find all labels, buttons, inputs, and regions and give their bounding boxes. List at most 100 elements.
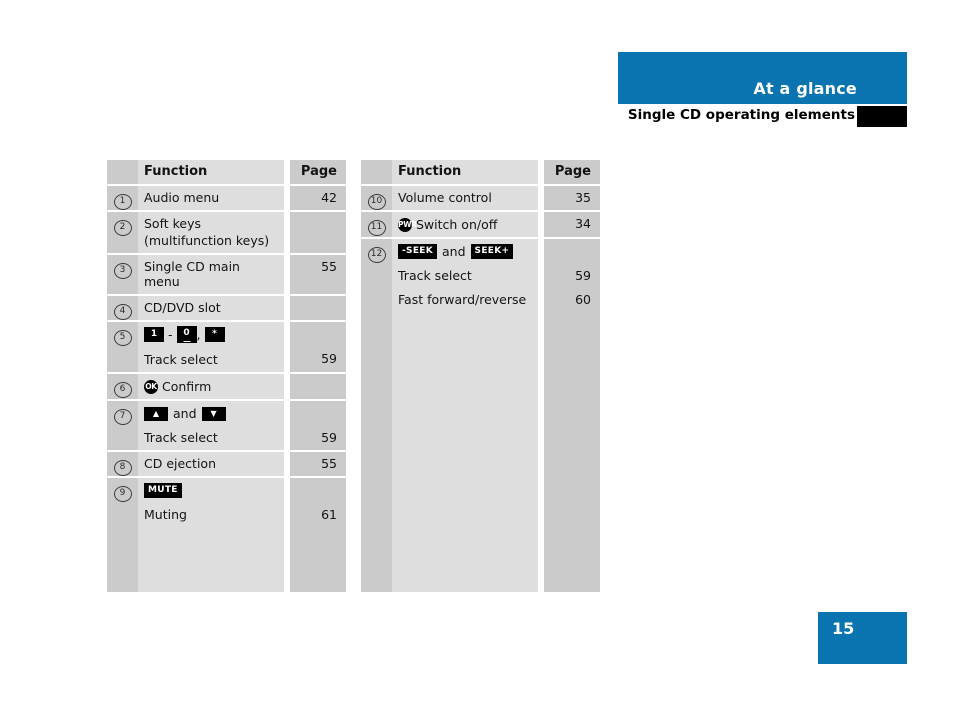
table-row: 11 PWRSwitch on/off 34 [361, 212, 600, 239]
arrow-key-sequence: ▲ and ▼ [144, 405, 278, 421]
key-sequence: 1-0, * [144, 326, 278, 343]
row-function-label: PWRSwitch on/off [392, 212, 538, 237]
table-row: 6 OK Confirm [107, 374, 346, 401]
table-row: 9 MUTE Muting 61 [107, 478, 346, 527]
row-page-number [290, 401, 346, 405]
row-subpage-number: 59 [575, 268, 591, 283]
row-function-label: Soft keys (multifunction keys) [138, 212, 284, 253]
header-cell-page: Page [554, 164, 591, 179]
row-page-number: 42 [321, 190, 337, 205]
row-function-label: Audio menu [144, 190, 220, 205]
row-number: 5 [107, 322, 138, 346]
row-page-number [290, 478, 346, 482]
row-number: 9 [107, 478, 138, 502]
seek-forward-icon: SEEK+ [470, 244, 514, 259]
row-subpage-number: 59 [321, 430, 337, 445]
row-function-label: -SEEK and SEEK+ Track select Fast forward/… [392, 239, 538, 312]
row-function-line2: (multifunction keys) [144, 233, 270, 248]
row-subpage-number: 59 [321, 351, 337, 366]
header-cell-number [107, 160, 138, 165]
row-number: 7 [107, 401, 138, 425]
circled-number: 2 [113, 220, 132, 236]
black-marker-box [857, 106, 907, 127]
header-cell-page: Page [300, 164, 337, 179]
row-page-number: 55 [321, 456, 337, 471]
row-function-text: Switch on/off [416, 217, 498, 232]
circled-number: 11 [367, 220, 386, 236]
ok-button-icon: OK [144, 379, 158, 394]
key-0-label: 0 [183, 328, 190, 338]
table-rows-left: Function Page 1 Audio menu 42 2 Soft key… [107, 160, 346, 527]
header-cell-number [361, 160, 392, 165]
row-function-label: MUTE Muting [138, 478, 284, 527]
header-cell-function: Function [144, 164, 208, 179]
table-row: 3 Single CD main menu 55 [107, 255, 346, 296]
page-number-badge: 15 [818, 612, 907, 664]
row-function-label: Volume control [398, 190, 492, 205]
circled-number: 3 [113, 263, 132, 279]
seek-key-sequence: -SEEK and SEEK+ [398, 243, 532, 259]
seek-back-icon: -SEEK [398, 244, 437, 259]
row-page-number [290, 212, 346, 216]
table-row: 2 Soft keys (multifunction keys) [107, 212, 346, 255]
row-number: 1 [107, 186, 138, 210]
row-function-text: Confirm [162, 379, 212, 394]
circled-number: 5 [113, 330, 132, 346]
row-function-label: Single CD main menu [144, 259, 240, 289]
table-row: 4 CD/DVD slot [107, 296, 346, 322]
row-subfunction-label: Muting [144, 507, 187, 522]
key-separator-comma: , [196, 327, 201, 342]
power-button-icon: PWR [398, 217, 417, 232]
header-subtitle-row: Single CD operating elements [618, 106, 907, 127]
row-subfunction-label: Track select [398, 268, 472, 283]
arrow-up-icon: ▲ [144, 406, 168, 421]
table-row: 1 Audio menu 42 [107, 186, 346, 212]
table-rows-right: Function Page 10 Volume control 35 11 PW… [361, 160, 600, 312]
row-function-label: OK Confirm [138, 374, 284, 399]
row-subfunction-label: Track select [144, 430, 218, 445]
key-1-icon: 1 [144, 327, 164, 342]
row-page-number [290, 374, 346, 378]
table-row: 8 CD ejection 55 [107, 452, 346, 478]
circled-number: 8 [113, 460, 132, 476]
operating-elements-table-right: Function Page 10 Volume control 35 11 PW… [361, 160, 600, 592]
row-page-number: 55 [321, 259, 337, 274]
row-number: 2 [107, 212, 138, 236]
row-function-label: ▲ and ▼ Track select [138, 401, 284, 450]
row-number: 11 [361, 212, 392, 236]
table-header-row: Function Page [361, 160, 600, 186]
table-row: 7 ▲ and ▼ Track select 59 [107, 401, 346, 452]
header-cell-function: Function [398, 164, 462, 179]
circled-number: 12 [367, 247, 386, 263]
row-number: 12 [361, 239, 392, 263]
row-page-number [290, 322, 346, 326]
conjunction-and: and [173, 406, 197, 421]
circled-number: 10 [367, 194, 386, 210]
key-range-dash: - [168, 327, 173, 342]
row-function-label: CD ejection [144, 456, 216, 471]
key-0-icon: 0 [176, 326, 197, 343]
row-page-number: 35 [575, 190, 591, 205]
operating-elements-table-left: Function Page 1 Audio menu 42 2 Soft key… [107, 160, 346, 592]
arrow-down-icon: ▼ [201, 406, 226, 421]
table-row: 5 1-0, * Track select 59 [107, 322, 346, 374]
page-title: At a glance [753, 79, 857, 98]
row-number: 4 [107, 296, 138, 320]
space-underscore-icon [183, 341, 191, 342]
row-subpage-number-2: 60 [575, 292, 591, 307]
conjunction-and: and [442, 244, 466, 259]
circled-number: 1 [113, 194, 132, 210]
row-function-label: 1-0, * Track select [138, 322, 284, 372]
row-function-label: CD/DVD slot [144, 300, 221, 315]
row-function-line1: Soft keys [144, 216, 202, 231]
circled-number: 4 [113, 304, 132, 320]
row-page-number: 34 [575, 216, 591, 231]
page-number: 15 [832, 619, 855, 638]
row-page-number [290, 296, 346, 300]
row-subfunction-label-2: Fast forward/reverse [398, 292, 527, 307]
mute-key-row: MUTE [144, 482, 278, 498]
table-row: 10 Volume control 35 [361, 186, 600, 212]
table-header-row: Function Page [107, 160, 346, 186]
row-page-number [544, 239, 600, 243]
row-subfunction-label: Track select [144, 352, 218, 367]
